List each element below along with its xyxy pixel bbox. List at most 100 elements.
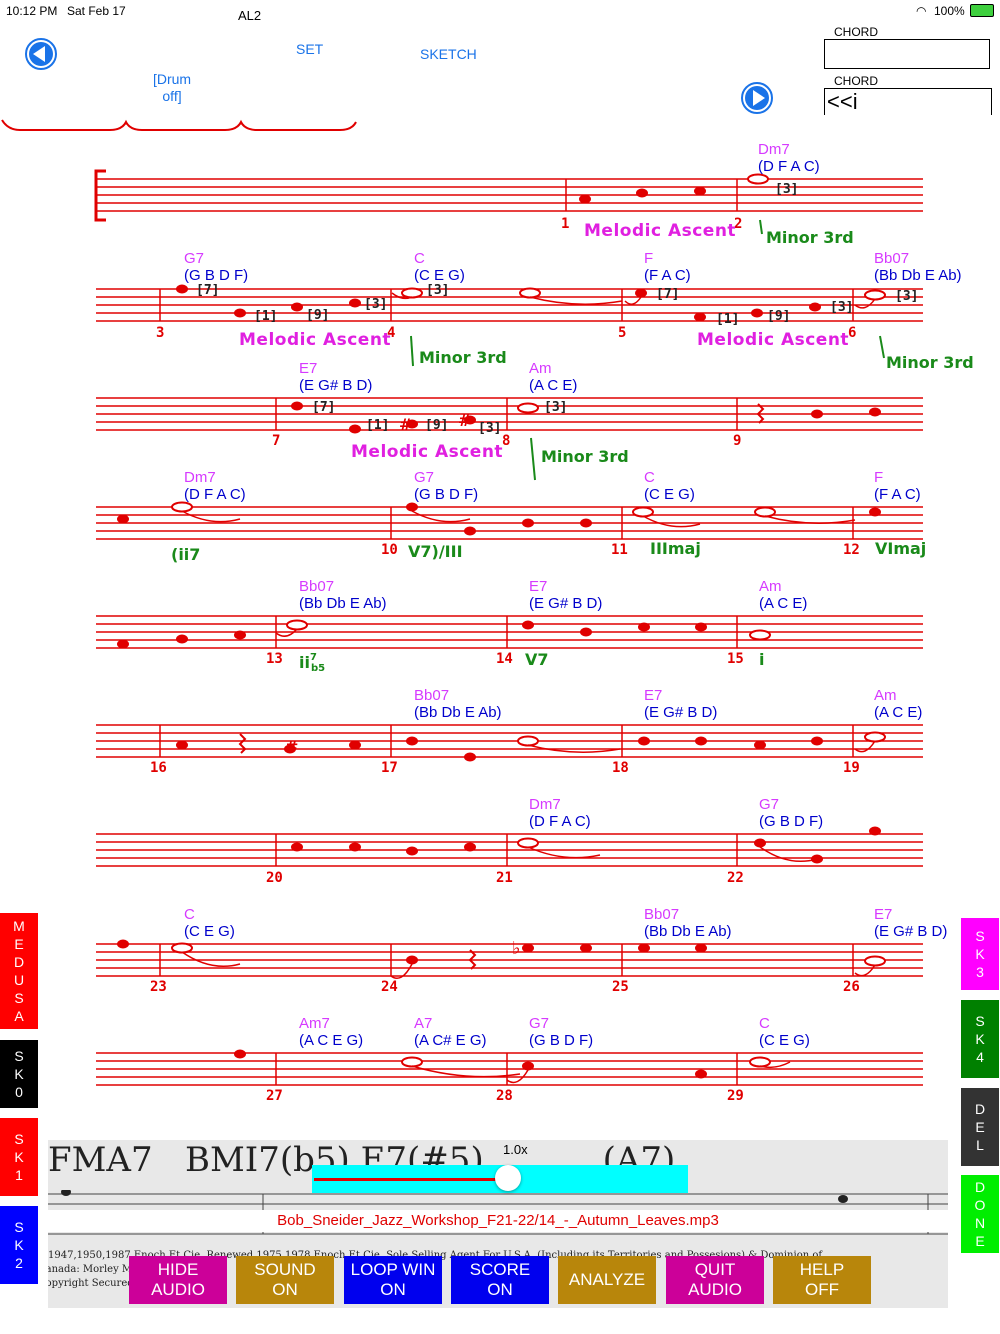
half-note (171, 942, 193, 954)
chord-tones: (C E G) (414, 267, 465, 284)
chord-symbol[interactable]: F (874, 470, 883, 486)
quarter-note (754, 838, 766, 848)
chord-tones: (A C E) (529, 377, 578, 394)
measure-number: 28 (496, 1088, 513, 1104)
chord-symbol[interactable]: C (759, 1016, 770, 1032)
measure-number: 17 (381, 760, 398, 776)
chord-tones: (G B D F) (414, 486, 479, 503)
quarter-note (176, 284, 188, 294)
rest-symbol (238, 733, 247, 754)
action-button[interactable]: SOUND ON (236, 1256, 334, 1304)
ii-sup: 7 (309, 652, 317, 663)
chord-tones: (G B D F) (184, 267, 249, 284)
annotation-vimaj: VImaj (875, 539, 927, 558)
side-tab-sk3[interactable]: SK 3 (961, 918, 999, 990)
bracket-7: [7] (312, 400, 336, 415)
chord-symbol[interactable]: C (644, 470, 655, 486)
chord-symbol[interactable]: G7 (414, 470, 434, 486)
quarter-note (464, 842, 476, 852)
measure-number: 21 (496, 870, 513, 886)
quarter-note (694, 312, 706, 322)
side-tab-sk2[interactable]: SK 2 (0, 1206, 38, 1284)
chord-symbol[interactable]: F (644, 251, 653, 267)
chord-tones: (C E G) (644, 486, 695, 503)
chord-symbol[interactable]: Am (759, 579, 782, 595)
side-tab-sk4[interactable]: SK 4 (961, 1000, 999, 1078)
chord-symbol[interactable]: A7 (414, 1016, 432, 1032)
half-note (401, 287, 423, 299)
quarter-note (117, 939, 129, 949)
action-button[interactable]: HIDE AUDIO (129, 1256, 227, 1304)
tab-letter: 2 (15, 1255, 23, 1271)
chord-symbol[interactable]: G7 (529, 1016, 549, 1032)
quarter-note (694, 186, 706, 196)
sharp-accidental: # (399, 415, 412, 434)
chord-symbol[interactable]: Dm7 (184, 470, 216, 486)
chord-symbol[interactable]: E7 (644, 688, 662, 704)
chord-symbol[interactable]: Bb07 (874, 251, 909, 267)
button-label: LOOP WIN (350, 1260, 436, 1279)
chord-symbol[interactable]: Am7 (299, 1016, 330, 1032)
chord-symbol[interactable]: G7 (759, 797, 779, 813)
tab-letter: E (14, 936, 24, 952)
chord-tones: (D F A C) (758, 158, 820, 175)
chord-symbol[interactable]: C (414, 251, 425, 267)
chord-symbol[interactable]: Bb07 (299, 579, 334, 595)
tie-arc (854, 964, 876, 977)
action-button[interactable]: SCORE ON (451, 1256, 549, 1304)
measure-number: 12 (843, 542, 860, 558)
bracket-3: [3] (364, 297, 388, 312)
action-button[interactable]: LOOP WIN ON (344, 1256, 442, 1304)
tab-letter: 1 (15, 1167, 23, 1183)
tie-arc (854, 740, 876, 753)
chord-tones: (Bb Db E Ab) (414, 704, 502, 721)
chord-symbol[interactable]: Bb07 (644, 907, 679, 923)
side-tab-medusa[interactable]: MEDUSA (0, 913, 38, 1029)
scrubber-thumb[interactable] (494, 1165, 521, 1191)
analysis-tick (759, 219, 763, 235)
annotation-v7: V7 (525, 650, 549, 669)
chord-symbol[interactable]: C (184, 907, 195, 923)
tab-letter: K (14, 1237, 24, 1253)
action-button[interactable]: ANALYZE (558, 1256, 656, 1304)
sharp-accidental: # (458, 411, 471, 430)
chord-tones: (C E G) (184, 923, 235, 940)
action-button[interactable]: QUIT AUDIO (666, 1256, 764, 1304)
side-tab-sk0[interactable]: SK 0 (0, 1040, 38, 1108)
tie-arc (529, 296, 623, 305)
bracket-3: [3] (830, 300, 854, 315)
half-note (171, 501, 193, 513)
tab-letter: A (14, 1008, 24, 1024)
chord-symbol[interactable]: E7 (299, 361, 317, 377)
chord-symbol[interactable]: Dm7 (758, 142, 790, 158)
quarter-note (234, 1049, 246, 1059)
annotation-v7-iii: V7)/III (408, 542, 463, 561)
chord-symbol[interactable]: E7 (874, 907, 892, 923)
chord-symbol[interactable]: E7 (529, 579, 547, 595)
quarter-note (638, 622, 650, 632)
button-label: ON (380, 1280, 406, 1299)
annotation-minor-3rd: Minor 3rd (419, 348, 507, 367)
chord-symbol[interactable]: G7 (184, 251, 204, 267)
half-note (749, 629, 771, 641)
side-tab-done[interactable]: DONE (961, 1175, 999, 1253)
side-tab-sk1[interactable]: SK 1 (0, 1118, 38, 1196)
tie-arc (181, 510, 241, 523)
analysis-tick (410, 335, 414, 367)
tab-letter: 0 (15, 1084, 23, 1100)
quarter-note (291, 401, 303, 411)
tab-letter: E (975, 1119, 985, 1135)
bracket-7: [7] (656, 287, 680, 302)
action-button[interactable]: HELP OFF (773, 1256, 871, 1304)
tab-letter: S (14, 990, 24, 1006)
chord-symbol[interactable]: Dm7 (529, 797, 561, 813)
tie-arc (854, 298, 876, 309)
chord-symbol[interactable]: Am (874, 688, 897, 704)
chord-tones: (E G# B D) (299, 377, 373, 394)
measure-number: 3 (156, 325, 165, 341)
chord-symbol[interactable]: Bb07 (414, 688, 449, 704)
quarter-note (751, 308, 763, 318)
audio-scrubber[interactable] (312, 1165, 688, 1193)
side-tab-del[interactable]: DEL (961, 1088, 999, 1166)
chord-symbol[interactable]: Am (529, 361, 552, 377)
